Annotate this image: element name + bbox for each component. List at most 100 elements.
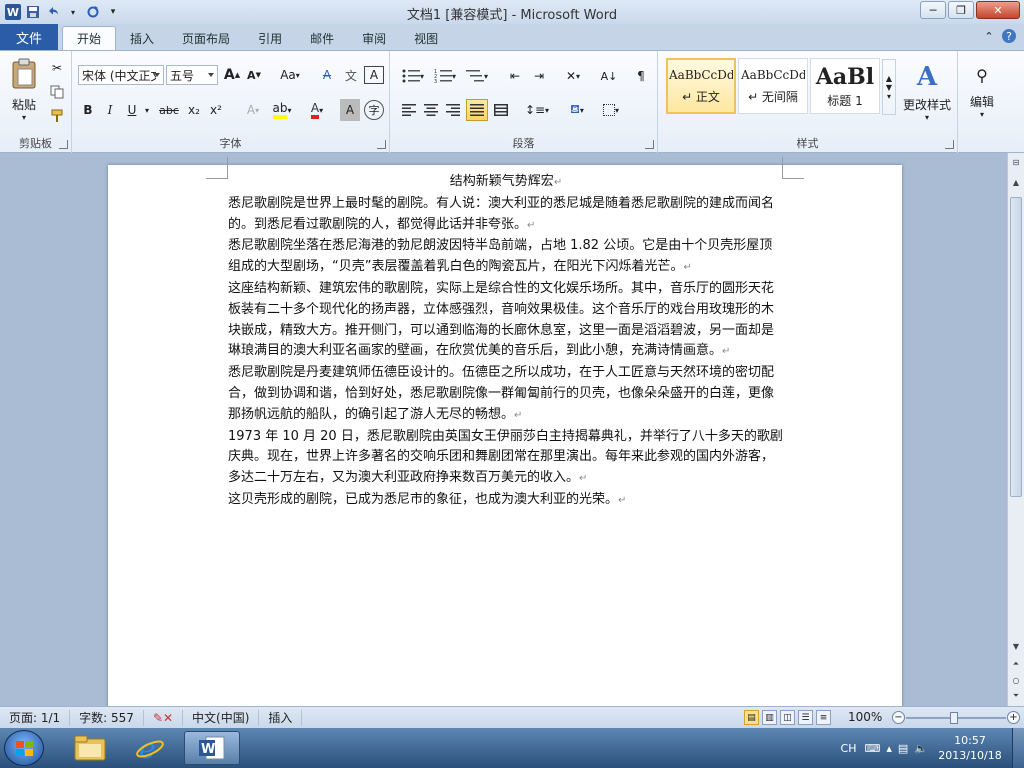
next-page-icon[interactable]: ⏷ (1009, 689, 1023, 703)
minimize-ribbon-icon[interactable]: ⌃ (982, 29, 996, 43)
bold-button[interactable]: B (78, 99, 98, 121)
decrease-indent-icon[interactable]: ⇤ (504, 65, 526, 87)
scroll-up-icon[interactable]: ▲ (1009, 175, 1023, 189)
word-count[interactable]: 字数: 557 (70, 709, 144, 726)
show-hidden-icons[interactable]: ▴ (886, 742, 892, 755)
keyboard-icon[interactable]: ⌨ (864, 742, 880, 755)
editing-button[interactable]: ⚲ 编辑 ▾ (962, 55, 1002, 129)
change-styles-button[interactable]: A 更改样式 ▾ (900, 55, 954, 129)
proofing-status[interactable]: ✎✕ (144, 709, 184, 726)
styles-scroll-control[interactable]: ▲ ▼ ▾ (882, 59, 896, 115)
tab-home[interactable]: 开始 (62, 26, 117, 50)
ruler-toggle-icon[interactable]: ⊟ (1009, 155, 1023, 169)
font-name-select[interactable]: 宋体 (中文正文 (78, 65, 164, 85)
maximize-button[interactable]: ❐ (948, 1, 974, 19)
undo-dropdown-icon[interactable]: ▾ (64, 3, 82, 21)
minimize-button[interactable]: ─ (920, 1, 946, 19)
web-layout-view-icon[interactable]: ◫ (780, 710, 795, 725)
style-normal[interactable]: AaBbCcDd ↵ 正文 (666, 58, 736, 114)
distributed-icon[interactable] (490, 99, 512, 121)
character-border-icon[interactable]: A (364, 66, 384, 84)
print-layout-view-icon[interactable]: ▤ (744, 710, 759, 725)
shrink-font-button[interactable]: A ▼ (244, 64, 264, 86)
ime-indicator[interactable]: CH (841, 742, 857, 755)
scrollbar-thumb[interactable] (1010, 197, 1022, 497)
word-app-icon[interactable]: W (4, 3, 22, 21)
style-heading-1[interactable]: AaBl 标题 1 (810, 58, 880, 114)
help-icon[interactable]: ? (1002, 29, 1016, 43)
tab-insert[interactable]: 插入 (116, 26, 168, 50)
browse-object-icon[interactable]: ○ (1009, 673, 1023, 687)
grow-font-button[interactable]: A ▲ (222, 64, 242, 86)
copy-icon[interactable] (48, 81, 66, 103)
italic-button[interactable]: I (100, 99, 120, 121)
tab-page-layout[interactable]: 页面布局 (168, 26, 244, 50)
cut-icon[interactable]: ✂ (48, 57, 66, 79)
clock[interactable]: 10:57 2013/10/18 (932, 733, 1008, 763)
paragraph-launcher-icon[interactable] (645, 140, 654, 149)
language-status[interactable]: 中文(中国) (183, 709, 260, 726)
previous-page-icon[interactable]: ⏶ (1009, 657, 1023, 671)
outline-view-icon[interactable]: ☰ (798, 710, 813, 725)
insert-mode[interactable]: 插入 (259, 709, 303, 726)
sort-icon[interactable]: A↓ (598, 65, 620, 87)
format-painter-icon[interactable] (48, 105, 66, 127)
increase-indent-icon[interactable]: ⇥ (528, 65, 550, 87)
tab-review[interactable]: 审阅 (348, 26, 400, 50)
character-shading-button[interactable]: A (340, 99, 360, 121)
font-launcher-icon[interactable] (377, 140, 386, 149)
asian-layout-button[interactable]: ✕ ▾ (558, 65, 588, 87)
paste-button[interactable]: 粘贴 ▾ (6, 55, 42, 125)
ie-taskbar-button[interactable]: e (122, 731, 178, 765)
tab-references[interactable]: 引用 (244, 26, 296, 50)
style-no-spacing[interactable]: AaBbCcDd ↵ 无间隔 (738, 58, 808, 114)
line-spacing-button[interactable]: ↕≡ ▾ (522, 99, 552, 121)
multilevel-list-button[interactable]: ▾ (462, 65, 492, 87)
page-count[interactable]: 页面: 1/1 (0, 709, 71, 726)
align-right-icon[interactable] (442, 99, 464, 121)
tab-view[interactable]: 视图 (400, 26, 452, 50)
clipboard-launcher-icon[interactable] (59, 140, 68, 149)
text-effects-button[interactable]: A ▾ (240, 99, 266, 121)
network-icon[interactable]: ▤ (898, 742, 908, 755)
zoom-slider[interactable]: − + (892, 711, 1020, 725)
enclose-characters-button[interactable]: 字 (364, 100, 384, 120)
save-icon[interactable] (24, 3, 42, 21)
clear-formatting-icon[interactable]: A (316, 64, 338, 86)
align-left-icon[interactable] (398, 99, 420, 121)
explorer-taskbar-button[interactable] (62, 731, 118, 765)
word-taskbar-button[interactable]: W (184, 731, 240, 765)
undo-icon[interactable] (44, 3, 62, 21)
shading-button[interactable]: ⛾ ▾ (562, 99, 592, 121)
bullets-button[interactable]: ▾ (398, 65, 428, 87)
tab-file[interactable]: 文件 (0, 24, 59, 50)
zoom-level[interactable]: 100% (848, 710, 882, 724)
show-marks-icon[interactable]: ¶ (630, 65, 652, 87)
justify-icon[interactable] (466, 99, 488, 121)
close-button[interactable]: ✕ (976, 1, 1020, 19)
vertical-scrollbar[interactable]: ⊟ ▲ ▼ ⏶ ○ ⏷ (1007, 153, 1024, 706)
underline-button[interactable]: U (122, 99, 142, 121)
change-case-button[interactable]: Aa ▾ (276, 64, 304, 86)
draft-view-icon[interactable]: ≡ (816, 710, 831, 725)
phonetic-guide-icon[interactable]: 文 (340, 64, 362, 86)
zoom-in-icon[interactable]: + (1007, 711, 1020, 724)
zoom-knob[interactable] (950, 712, 958, 724)
align-center-icon[interactable] (420, 99, 442, 121)
highlight-button[interactable]: ab ▾ (268, 99, 296, 121)
volume-icon[interactable]: 🔈 (914, 742, 928, 755)
scroll-down-icon[interactable]: ▼ (1009, 639, 1023, 653)
superscript-button[interactable]: x² (206, 99, 226, 121)
styles-launcher-icon[interactable] (945, 140, 954, 149)
redo-icon[interactable] (84, 3, 102, 21)
show-desktop-button[interactable] (1012, 728, 1024, 768)
borders-button[interactable]: ▾ (596, 99, 626, 121)
tab-mailings[interactable]: 邮件 (296, 26, 348, 50)
document-page[interactable]: 结构新颖气势辉宏↵ 悉尼歌剧院是世界上最时髦的剧院。有人说：澳大利亚的悉尼城是随… (108, 157, 902, 706)
subscript-button[interactable]: x₂ (184, 99, 204, 121)
underline-dropdown-icon[interactable]: ▾ (142, 99, 152, 121)
font-color-button[interactable]: A ▾ (304, 99, 330, 121)
zoom-out-icon[interactable]: − (892, 711, 905, 724)
document-body[interactable]: 结构新颖气势辉宏↵ 悉尼歌剧院是世界上最时髦的剧院。有人说：澳大利亚的悉尼城是随… (228, 172, 784, 512)
strikethrough-button[interactable]: abc (156, 99, 182, 121)
